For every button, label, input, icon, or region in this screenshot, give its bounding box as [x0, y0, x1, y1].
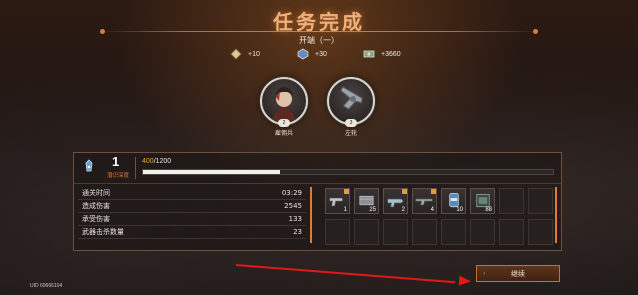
stat-label: 武器击杀数量: [82, 228, 124, 236]
empty-item-slot[interactable]: [528, 219, 553, 245]
stat-value: 2545: [284, 202, 302, 210]
crystal-icon: [230, 48, 242, 60]
stat-row-damage-taken: 承受伤害 133: [78, 213, 306, 226]
xp-max: /1200: [153, 158, 172, 165]
xp-progress-fill: [143, 170, 280, 174]
header-divider: [135, 157, 136, 179]
item-count: 4: [430, 207, 434, 213]
stat-row-time: 通关时间 03:29: [78, 187, 306, 200]
items-scrollbar[interactable]: [555, 187, 557, 243]
empty-item-slot[interactable]: [354, 219, 379, 245]
reward-value: +10: [248, 50, 260, 58]
title-divider: [100, 29, 538, 34]
character-name: 雇佣兵: [274, 130, 293, 137]
stat-value: 03:29: [281, 189, 302, 197]
stat-value: 23: [293, 228, 302, 236]
stat-label: 造成伤害: [82, 202, 110, 210]
divider-dot: [533, 29, 538, 34]
stats-list: 通关时间 03:29 造成伤害 2545 承受伤害 133 武器击杀数量 23: [78, 187, 306, 239]
uid-label: UID 60666104: [30, 283, 63, 289]
item-count: 1: [343, 207, 347, 213]
annotation-arrow-head: [458, 275, 472, 287]
stat-row-damage-dealt: 造成伤害 2545: [78, 200, 306, 213]
item-slot[interactable]: 10: [441, 188, 466, 214]
depth-label: 潜识深度: [107, 173, 130, 179]
item-count: 25: [369, 207, 376, 213]
continue-button[interactable]: › 继续: [476, 265, 560, 282]
chevron-right-icon: ›: [483, 270, 486, 277]
empty-item-slot[interactable]: [470, 219, 495, 245]
character-card-mercenary[interactable]: 2 雇佣兵: [258, 77, 310, 137]
depth-header: 1 潜识深度 400/1200: [74, 153, 561, 184]
character-level: 2: [278, 119, 290, 127]
new-tag-icon: [431, 189, 436, 194]
revolver-portrait: [327, 77, 375, 125]
item-count: 2: [401, 207, 405, 213]
empty-item-slot[interactable]: [528, 188, 553, 214]
depth-value: 1: [112, 154, 120, 169]
empty-item-slot[interactable]: [441, 219, 466, 245]
stats-scrollbar[interactable]: [310, 187, 312, 243]
empty-item-slot[interactable]: [499, 219, 524, 245]
item-slot[interactable]: 25: [354, 188, 379, 214]
chip-icon: [297, 48, 309, 60]
character-level: 3: [345, 119, 357, 127]
mercenary-portrait: [260, 77, 308, 125]
character-name: 左轮: [344, 130, 357, 137]
character-card-revolver[interactable]: 3 左轮: [325, 77, 377, 137]
item-slot[interactable]: 4: [412, 188, 437, 214]
stat-label: 通关时间: [82, 189, 110, 197]
reward-value: +3660: [381, 50, 401, 58]
continue-label: 继续: [511, 269, 525, 278]
annotation-arrow-line: [235, 264, 456, 284]
money-icon: [363, 50, 375, 58]
new-tag-icon: [402, 189, 407, 194]
divider-dot: [100, 29, 105, 34]
xp-progress-bar: [142, 169, 554, 175]
xp-text: 400/1200: [142, 158, 171, 165]
item-count: 88: [485, 207, 492, 213]
reward-chip: +30: [297, 46, 327, 62]
reward-bar: +10 +30 +3660: [0, 46, 638, 62]
reward-money: +3660: [363, 46, 401, 62]
depth-potion-icon: [85, 159, 93, 172]
empty-item-slot[interactable]: [383, 219, 408, 245]
item-slot[interactable]: 1: [325, 188, 350, 214]
results-panel: 1 潜识深度 400/1200 通关时间 03:29 造成伤害 2545 承受伤害 1…: [73, 152, 562, 251]
xp-current: 400: [142, 158, 154, 165]
new-tag-icon: [344, 189, 349, 194]
empty-item-slot[interactable]: [412, 219, 437, 245]
empty-item-slot[interactable]: [499, 188, 524, 214]
item-count: 10: [456, 207, 463, 213]
item-slot[interactable]: 88: [470, 188, 495, 214]
stat-label: 承受伤害: [82, 215, 110, 223]
reward-crystal: +10: [230, 46, 260, 62]
mission-subtitle: 开端（一）: [299, 36, 339, 45]
stat-value: 133: [288, 215, 302, 223]
stat-row-weapon-kills: 武器击杀数量 23: [78, 226, 306, 239]
item-slot[interactable]: 2: [383, 188, 408, 214]
empty-item-slot[interactable]: [325, 219, 350, 245]
reward-value: +30: [315, 50, 327, 58]
item-grid: 1 25 2 4 10 88: [325, 188, 553, 246]
